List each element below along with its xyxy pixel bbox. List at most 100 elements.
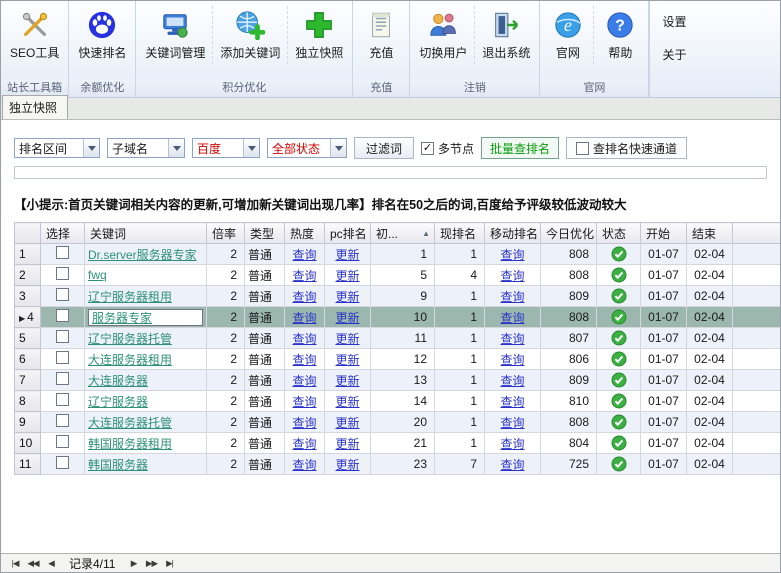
column-header-开始[interactable]: 开始: [641, 223, 687, 244]
column-header-今日优化[interactable]: 今日优化: [541, 223, 597, 244]
column-header-初...[interactable]: 初...▲: [371, 223, 435, 244]
filter-select-1[interactable]: 子域名: [107, 138, 185, 158]
pc-update-link[interactable]: 更新: [335, 458, 359, 472]
heat-query-link[interactable]: 查询: [292, 311, 316, 325]
row-checkbox[interactable]: [56, 309, 69, 322]
row-checkbox[interactable]: [56, 414, 69, 427]
keyword-link[interactable]: 大连服务器托管: [88, 416, 172, 430]
record-nav-left-2[interactable]: ◀: [42, 556, 60, 571]
record-nav-left-0[interactable]: |◀: [6, 556, 24, 571]
checkbox-icon[interactable]: ✓: [421, 142, 434, 155]
row-checkbox[interactable]: [56, 246, 69, 259]
keyword-link[interactable]: 辽宁服务器: [88, 395, 148, 409]
table-row[interactable]: 1Dr.server服务器专家2普通查询更新11查询80801-0702-04: [15, 244, 781, 265]
fast-channel-checkbox[interactable]: 查排名快速通道: [566, 137, 687, 159]
pc-update-link[interactable]: 更新: [335, 248, 359, 262]
mobile-query-link[interactable]: 查询: [500, 269, 524, 283]
record-nav-right-1[interactable]: ▶▶: [142, 556, 160, 571]
heat-query-link[interactable]: 查询: [292, 395, 316, 409]
pc-update-link[interactable]: 更新: [335, 395, 359, 409]
keyword-link[interactable]: 服务器专家: [92, 309, 152, 326]
ribbon-button-help[interactable]: ?帮助: [594, 6, 646, 64]
pc-update-link[interactable]: 更新: [335, 353, 359, 367]
column-header-类型[interactable]: 类型: [245, 223, 285, 244]
keyword-link[interactable]: 辽宁服务器托管: [88, 332, 172, 346]
pc-update-link[interactable]: 更新: [335, 374, 359, 388]
pc-update-link[interactable]: 更新: [335, 269, 359, 283]
pc-update-link[interactable]: 更新: [335, 311, 359, 325]
keyword-link[interactable]: 韩国服务器: [88, 458, 148, 472]
heat-query-link[interactable]: 查询: [292, 458, 316, 472]
heat-query-link[interactable]: 查询: [292, 290, 316, 304]
table-row[interactable]: 9大连服务器托管2普通查询更新201查询80801-0702-04: [15, 412, 781, 433]
record-nav-right-0[interactable]: ▶: [124, 556, 142, 571]
filter-select-3[interactable]: 全部状态: [267, 138, 347, 158]
table-row[interactable]: 8辽宁服务器2普通查询更新141查询81001-0702-04: [15, 391, 781, 412]
pc-update-link[interactable]: 更新: [335, 437, 359, 451]
heat-query-link[interactable]: 查询: [292, 437, 316, 451]
table-row[interactable]: 6大连服务器租用2普通查询更新121查询80601-0702-04: [15, 349, 781, 370]
multi-node-checkbox[interactable]: ✓ 多节点: [421, 140, 474, 157]
table-row[interactable]: 3辽宁服务器租用2普通查询更新91查询80901-0702-04: [15, 286, 781, 307]
heat-query-link[interactable]: 查询: [292, 353, 316, 367]
row-checkbox[interactable]: [56, 456, 69, 469]
ribbon-button-exit-system[interactable]: 退出系统: [475, 6, 537, 64]
table-row[interactable]: 2fwq2普通查询更新54查询80801-0702-04: [15, 265, 781, 286]
filter-words-button[interactable]: 过滤词: [354, 137, 414, 159]
checkbox-icon[interactable]: [576, 142, 589, 155]
table-row[interactable]: 11韩国服务器2普通查询更新237查询72501-0702-04: [15, 454, 781, 475]
row-checkbox[interactable]: [56, 351, 69, 364]
row-checkbox[interactable]: [56, 435, 69, 448]
heat-query-link[interactable]: 查询: [292, 374, 316, 388]
heat-query-link[interactable]: 查询: [292, 248, 316, 262]
column-header-热度[interactable]: 热度: [285, 223, 325, 244]
mobile-query-link[interactable]: 查询: [500, 395, 524, 409]
corner-link[interactable]: 关于: [662, 46, 686, 63]
filter-select-2[interactable]: 百度: [192, 138, 260, 158]
column-header-选择[interactable]: 选择: [41, 223, 85, 244]
batch-rank-check-button[interactable]: 批量查排名: [481, 137, 559, 159]
mobile-query-link[interactable]: 查询: [500, 374, 524, 388]
column-header-结束[interactable]: 结束: [687, 223, 733, 244]
table-row[interactable]: 5辽宁服务器托管2普通查询更新111查询80701-0702-04: [15, 328, 781, 349]
row-checkbox[interactable]: [56, 288, 69, 301]
column-header-关键词[interactable]: 关键词: [85, 223, 207, 244]
filter-select-0[interactable]: 排名区间: [14, 138, 100, 158]
column-header-移动排名[interactable]: 移动排名: [485, 223, 541, 244]
tab-standalone-snapshot[interactable]: 独立快照: [2, 95, 68, 119]
ribbon-button-recharge-doc[interactable]: 充值: [355, 6, 407, 64]
mobile-query-link[interactable]: 查询: [500, 458, 524, 472]
ribbon-button-homepage[interactable]: e官网: [542, 6, 594, 64]
pc-update-link[interactable]: 更新: [335, 332, 359, 346]
keyword-link[interactable]: 大连服务器租用: [88, 353, 172, 367]
ribbon-button-baidu-paw[interactable]: 快速排名: [71, 6, 133, 64]
mobile-query-link[interactable]: 查询: [500, 353, 524, 367]
table-row[interactable]: 7大连服务器2普通查询更新131查询80901-0702-04: [15, 370, 781, 391]
keyword-link[interactable]: Dr.server服务器专家: [88, 248, 197, 262]
keyword-link[interactable]: 韩国服务器租用: [88, 437, 172, 451]
heat-query-link[interactable]: 查询: [292, 269, 316, 283]
ribbon-button-add-keyword[interactable]: 添加关键词: [213, 6, 288, 64]
row-checkbox[interactable]: [56, 372, 69, 385]
pc-update-link[interactable]: 更新: [335, 290, 359, 304]
keyword-link[interactable]: 辽宁服务器租用: [88, 290, 172, 304]
mobile-query-link[interactable]: 查询: [500, 311, 524, 325]
ribbon-button-keyword-manage[interactable]: 关键词管理: [138, 6, 213, 64]
mobile-query-link[interactable]: 查询: [500, 290, 524, 304]
record-nav-left-1[interactable]: ◀◀: [24, 556, 42, 571]
column-header-现排名[interactable]: 现排名: [435, 223, 485, 244]
mobile-query-link[interactable]: 查询: [500, 248, 524, 262]
table-row[interactable]: ▶4服务器专家2普通查询更新101查询80801-0702-04: [15, 307, 781, 328]
heat-query-link[interactable]: 查询: [292, 332, 316, 346]
column-header-倍率[interactable]: 倍率: [207, 223, 245, 244]
mobile-query-link[interactable]: 查询: [500, 332, 524, 346]
column-header-pc排名[interactable]: pc排名: [325, 223, 371, 244]
keyword-inline-editor[interactable]: 服务器专家: [88, 309, 203, 326]
row-checkbox[interactable]: [56, 393, 69, 406]
ribbon-button-seo-tools[interactable]: SEO工具: [3, 6, 66, 64]
keyword-link[interactable]: 大连服务器: [88, 374, 148, 388]
column-header-状态[interactable]: 状态: [597, 223, 641, 244]
heat-query-link[interactable]: 查询: [292, 416, 316, 430]
record-nav-right-2[interactable]: ▶|: [160, 556, 178, 571]
ribbon-button-snapshot-plus[interactable]: 独立快照: [288, 6, 350, 64]
